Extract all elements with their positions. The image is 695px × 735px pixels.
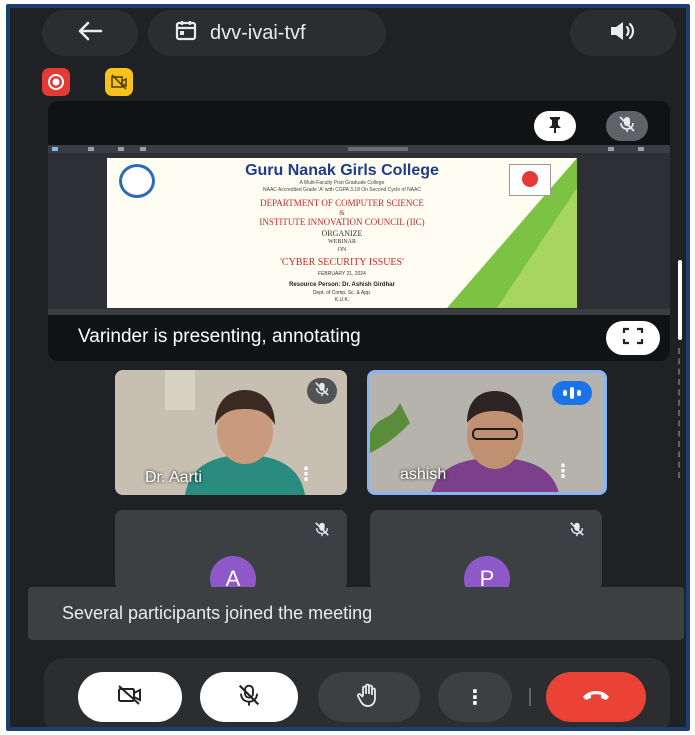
participant-more-button[interactable]: ⋮: [297, 464, 315, 485]
slide-on: ON: [337, 247, 347, 253]
camera-toggle-button[interactable]: [78, 672, 182, 722]
more-vert-icon: ⋮: [297, 464, 315, 484]
participant-name: ashish: [400, 466, 447, 483]
slide-organize: ORGANIZE: [321, 229, 363, 238]
mic-off-icon: [618, 115, 636, 138]
mic-off-icon: [237, 683, 261, 712]
speaker-icon: [608, 19, 638, 48]
slide-topic: 'CYBER SECURITY ISSUES': [280, 257, 404, 268]
presenter-mic-off-button[interactable]: [606, 111, 648, 141]
calendar-icon: [174, 18, 198, 48]
slide-college-name: Guru Nanak Girls College: [245, 162, 439, 179]
recording-icon[interactable]: [42, 68, 70, 96]
back-button[interactable]: [42, 10, 138, 56]
shared-screen: Guru Nanak Girls College A Multi-Faculty…: [48, 145, 670, 315]
notification-toast: Several participants joined the meeting: [28, 587, 684, 640]
pin-button[interactable]: [534, 111, 576, 141]
participant-more-button[interactable]: ⋮: [554, 461, 572, 482]
avatar: A: [210, 556, 256, 590]
slide-ampersand: &: [339, 209, 345, 217]
participant-tile-active[interactable]: ashish ⋮: [367, 370, 607, 495]
toast-message: Several participants joined the meeting: [62, 603, 373, 623]
presentation-panel[interactable]: Guru Nanak Girls College A Multi-Faculty…: [48, 101, 670, 361]
shared-screen-toolbar: [48, 145, 670, 153]
mic-toggle-button[interactable]: [200, 672, 298, 722]
end-call-icon: [581, 688, 611, 707]
participant-tile[interactable]: P: [370, 510, 602, 590]
avatar: P: [464, 556, 510, 590]
presenting-label: Varinder is presenting, annotating: [78, 326, 361, 347]
shared-screen-statusbar: [48, 309, 670, 315]
call-controls: ⋮: [44, 658, 670, 727]
meet-window: dvv-ivai-tvf Guru Nanak Girls College A …: [6, 4, 690, 731]
end-call-button[interactable]: [546, 672, 646, 722]
participant-tile[interactable]: A: [115, 510, 347, 590]
scrollbar-thumb[interactable]: [678, 260, 682, 340]
slide-iic: INSTITUTE INNOVATION COUNCIL (IIC): [259, 217, 425, 227]
participant-mic-off: [307, 518, 337, 544]
scrollbar-track[interactable]: [678, 348, 682, 478]
participant-tile[interactable]: Dr. Aarti ⋮: [115, 370, 347, 495]
arrow-left-icon: [77, 20, 103, 47]
more-vert-icon: ⋮: [465, 686, 485, 709]
slide-date: FEBRUARY 21, 2024: [318, 271, 366, 277]
fullscreen-button[interactable]: [606, 321, 660, 355]
participant-name: Dr. Aarti: [145, 469, 202, 486]
slide-resource-dept: Dept. of Comp. Sc. & App.: [312, 290, 372, 296]
speaking-indicator-icon: [552, 381, 592, 405]
camera-off-icon[interactable]: [105, 68, 133, 96]
slide-subtitle-1: A Multi-Faculty Post Graduate College: [299, 180, 385, 186]
pin-icon: [547, 115, 563, 138]
mic-off-icon: [569, 521, 585, 542]
slide-webinar: WEBINAR: [328, 239, 356, 245]
more-vert-icon: ⋮: [554, 461, 572, 481]
meeting-code: dvv-ivai-tvf: [210, 21, 306, 44]
mic-off-icon: [314, 521, 330, 542]
slide-department: DEPARTMENT OF COMPUTER SCIENCE: [260, 198, 424, 208]
fullscreen-icon: [622, 327, 644, 350]
participant-mic-off: [562, 518, 592, 544]
meeting-code-pill[interactable]: dvv-ivai-tvf: [148, 10, 386, 56]
slide-subtitle-2: NAAC Accredited Grade 'A' with CGPA 3.18…: [263, 187, 421, 193]
participant-mic-off: [307, 378, 337, 404]
more-options-button[interactable]: ⋮: [438, 672, 512, 722]
slide-resource-univ: K.U.K.: [334, 297, 350, 303]
raise-hand-icon: [357, 682, 381, 713]
presentation-slide: Guru Nanak Girls College A Multi-Faculty…: [107, 158, 577, 308]
camera-off-icon: [116, 684, 144, 711]
raise-hand-button[interactable]: [318, 672, 420, 722]
audio-output-button[interactable]: [570, 10, 676, 56]
mic-off-icon: [314, 381, 330, 402]
controls-divider: [529, 688, 531, 706]
slide-resource-person: Resource Person: Dr. Ashish Girdhar: [289, 282, 395, 288]
